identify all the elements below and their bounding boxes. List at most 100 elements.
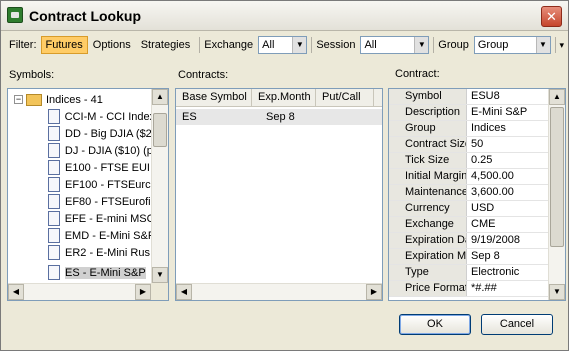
session-label: Session bbox=[316, 39, 356, 51]
scroll-right-icon[interactable]: ▶ bbox=[135, 284, 151, 300]
scroll-down-icon[interactable]: ▼ bbox=[152, 267, 168, 283]
property-row[interactable]: Symbol ESU8 bbox=[389, 89, 553, 105]
tree-item[interactable]: EF80 - FTSEurofi bbox=[48, 193, 152, 210]
filter-toolbar: Filter: Futures Options Strategies Excha… bbox=[5, 34, 564, 56]
folder-icon bbox=[26, 93, 42, 106]
contract-icon bbox=[48, 211, 60, 226]
property-key: Price Format bbox=[401, 281, 467, 296]
filter-options-button[interactable]: Options bbox=[88, 36, 136, 54]
property-row[interactable]: Exchange CME bbox=[389, 217, 553, 233]
contracts-label: Contracts: bbox=[178, 69, 229, 81]
contract-icon bbox=[48, 109, 60, 124]
property-value: 9/19/2008 bbox=[471, 234, 520, 246]
property-value: USD bbox=[471, 202, 495, 214]
column-header-exp-month[interactable]: Exp.Month bbox=[252, 89, 316, 106]
toolbar-separator bbox=[199, 37, 201, 53]
filter-strategies-button[interactable]: Strategies bbox=[136, 36, 196, 54]
scrollbar-thumb[interactable] bbox=[153, 113, 167, 147]
toolbar-separator bbox=[433, 37, 435, 53]
property-key: Group bbox=[401, 121, 467, 136]
property-key: Contract Size bbox=[401, 137, 467, 152]
property-row[interactable]: Price Format *#.## bbox=[389, 281, 553, 297]
ok-button[interactable]: OK bbox=[399, 314, 471, 335]
contract-icon bbox=[48, 143, 60, 158]
tree-item[interactable]: DJ - DJIA ($10) (p bbox=[48, 142, 152, 159]
contracts-grid-row[interactable]: ES Sep 8 bbox=[176, 109, 382, 125]
scroll-up-icon[interactable]: ▲ bbox=[152, 89, 168, 105]
toolbar-overflow-icon[interactable]: ▾ bbox=[559, 40, 564, 51]
property-value: 4,500.00 bbox=[471, 170, 514, 182]
column-header-put-call[interactable]: Put/Call bbox=[316, 89, 374, 106]
scroll-left-icon[interactable]: ◀ bbox=[176, 284, 192, 300]
scrollbar-corner bbox=[151, 283, 168, 300]
chevron-down-icon[interactable]: ▼ bbox=[414, 37, 429, 53]
scroll-right-icon[interactable]: ▶ bbox=[366, 284, 382, 300]
tree-item[interactable]: EMD - E-Mini S&F bbox=[48, 227, 152, 244]
scroll-down-icon[interactable]: ▼ bbox=[549, 284, 565, 300]
tree-item[interactable]: ER2 - E-Mini Rus bbox=[48, 244, 152, 261]
property-row[interactable]: Description E-Mini S&P bbox=[389, 105, 553, 121]
property-value: *#.## bbox=[471, 282, 497, 294]
tree-item[interactable]: EFE - E-mini MSC bbox=[48, 210, 152, 227]
group-select[interactable]: Group ▼ bbox=[473, 36, 551, 54]
contracts-grid-header: Base Symbol Exp.Month Put/Call bbox=[176, 89, 382, 107]
property-value: Sep 8 bbox=[471, 250, 500, 262]
contracts-grid[interactable]: Base Symbol Exp.Month Put/Call ES Sep 8 … bbox=[175, 88, 383, 301]
toolbar-separator bbox=[311, 37, 313, 53]
tree-item-label: EFE - E-mini MSC bbox=[64, 212, 152, 225]
scroll-left-icon[interactable]: ◀ bbox=[8, 284, 24, 300]
contract-lookup-window: Contract Lookup ✕ Filter: Futures Option… bbox=[0, 0, 569, 351]
tree-item[interactable]: E100 - FTSE EUI bbox=[48, 159, 152, 176]
cancel-button[interactable]: Cancel bbox=[481, 314, 553, 335]
symbols-horizontal-scrollbar[interactable]: ◀ ▶ bbox=[8, 283, 151, 300]
exchange-label: Exchange bbox=[204, 39, 254, 51]
filter-label: Filter: bbox=[9, 39, 37, 51]
tree-item[interactable]: CCI-M - CCI Index bbox=[48, 108, 152, 125]
property-row[interactable]: Expiration Da 9/19/2008 bbox=[389, 233, 553, 249]
property-row[interactable]: Currency USD bbox=[389, 201, 553, 217]
contract-icon bbox=[48, 245, 60, 260]
symbols-tree[interactable]: − Indices - 41 CCI-M - CCI Index DD - Bi… bbox=[7, 88, 169, 301]
symbols-vertical-scrollbar[interactable]: ▲ ▼ bbox=[151, 89, 168, 283]
property-row[interactable]: Type Electronic bbox=[389, 265, 553, 281]
close-icon: ✕ bbox=[546, 9, 557, 24]
property-row[interactable]: Tick Size 0.25 bbox=[389, 153, 553, 169]
tree-node-indices[interactable]: − Indices - 41 bbox=[14, 91, 103, 108]
property-row[interactable]: Group Indices bbox=[389, 121, 553, 137]
tree-item-label: EF80 - FTSEurofi bbox=[65, 195, 151, 208]
property-row[interactable]: Initial Margin 4,500.00 bbox=[389, 169, 553, 185]
scrollbar-thumb[interactable] bbox=[550, 107, 564, 247]
exchange-select[interactable]: All ▼ bbox=[258, 36, 308, 54]
collapse-icon[interactable]: − bbox=[14, 95, 23, 104]
property-row[interactable]: Contract Size 50 bbox=[389, 137, 553, 153]
title-bar[interactable]: Contract Lookup ✕ bbox=[1, 1, 568, 31]
filter-futures-button[interactable]: Futures bbox=[40, 36, 88, 54]
property-row[interactable]: Expiration Mo Sep 8 bbox=[389, 249, 553, 265]
chevron-down-icon[interactable]: ▼ bbox=[292, 37, 307, 53]
contracts-horizontal-scrollbar[interactable]: ◀ ▶ bbox=[176, 283, 382, 300]
group-label: Group bbox=[438, 39, 469, 51]
cell-base-symbol: ES bbox=[182, 111, 197, 123]
tree-item-label: EF100 - FTSEurc bbox=[65, 178, 151, 191]
contract-label: Contract: bbox=[395, 68, 440, 80]
column-header-base-symbol[interactable]: Base Symbol bbox=[176, 89, 252, 106]
tree-item-label: E100 - FTSE EUI bbox=[65, 161, 150, 174]
tree-item[interactable]: EF100 - FTSEurc bbox=[48, 176, 152, 193]
chevron-down-icon[interactable]: ▼ bbox=[535, 37, 550, 53]
property-key: Tick Size bbox=[401, 153, 467, 168]
tree-item-selected[interactable]: ES - E-Mini S&P bbox=[48, 264, 152, 281]
tree-item[interactable]: DD - Big DJIA ($2 bbox=[48, 125, 152, 142]
property-row[interactable]: Maintenance 3,600.00 bbox=[389, 185, 553, 201]
session-select[interactable]: All ▼ bbox=[360, 36, 430, 54]
tree-item-label: CCI-M - CCI Index bbox=[64, 110, 152, 123]
property-key: Type bbox=[401, 265, 467, 280]
tree-item-label: ES - E-Mini S&P bbox=[65, 266, 146, 279]
scroll-up-icon[interactable]: ▲ bbox=[549, 89, 565, 105]
toolbar-separator bbox=[554, 37, 556, 53]
property-key: Maintenance bbox=[401, 185, 467, 200]
property-value: Indices bbox=[471, 122, 506, 134]
contract-properties[interactable]: Symbol ESU8 Description E-Mini S&P Group In… bbox=[388, 88, 566, 301]
close-button[interactable]: ✕ bbox=[541, 6, 562, 27]
properties-vertical-scrollbar[interactable]: ▲ ▼ bbox=[548, 89, 565, 300]
tree-node-label: Indices - 41 bbox=[46, 93, 103, 106]
